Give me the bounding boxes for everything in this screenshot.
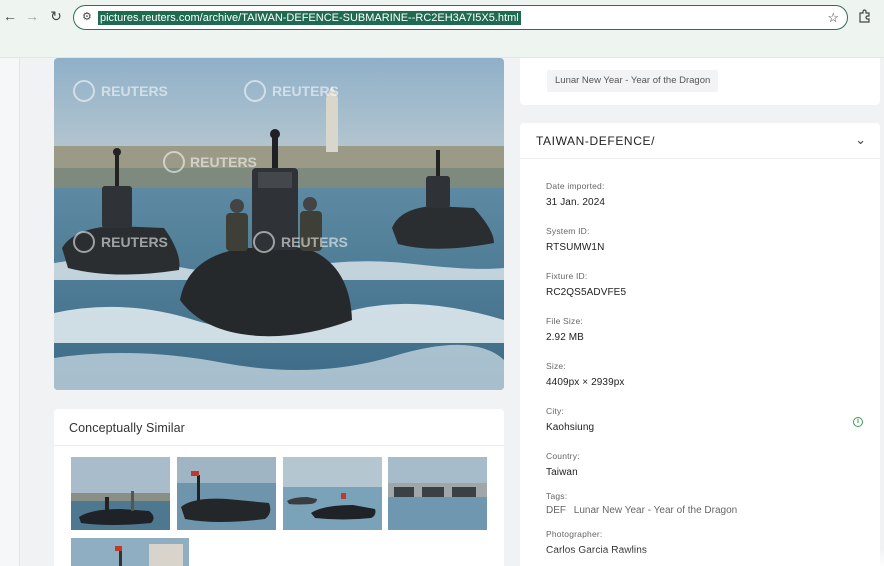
- field-system-id: System ID: RTSUMW1N: [546, 226, 604, 253]
- similar-thumb-3[interactable]: [283, 457, 382, 530]
- tag-link[interactable]: Lunar New Year - Year of the Dragon: [574, 505, 737, 516]
- reload-button[interactable]: ↻: [46, 6, 66, 26]
- tune-icon[interactable]: ⚙: [82, 10, 92, 23]
- similar-panel: Conceptually Similar: [54, 409, 504, 566]
- field-label: Size:: [546, 361, 566, 371]
- browser-toolbar: ← → ↻ ⚙ pictures.reuters.com/archive/TAI…: [0, 0, 884, 34]
- watermark-text: REUTERS: [281, 234, 348, 250]
- tag-link[interactable]: DEF: [546, 505, 566, 516]
- bookmarks-bar: [0, 34, 884, 58]
- page-content: REUTERS REUTERS REUTERS REUTERS REUTERS …: [0, 58, 884, 566]
- field-value: Kaohsiung: [546, 422, 595, 433]
- scroll-fade: [520, 548, 884, 566]
- arrow-left-icon: ←: [3, 8, 17, 24]
- divider: [520, 158, 880, 159]
- arrow-right-icon: →: [25, 8, 39, 24]
- address-bar[interactable]: ⚙ pictures.reuters.com/archive/TAIWAN-DE…: [73, 5, 848, 30]
- reload-icon: ↻: [50, 7, 62, 24]
- field-label: Country:: [546, 451, 580, 461]
- forward-button[interactable]: →: [22, 6, 42, 26]
- metadata-panel: TAIWAN-DEFENCE/ ⌄ i Date imported: 31 Ja…: [520, 123, 880, 566]
- field-label: City:: [546, 406, 564, 416]
- field-city: City: Kaohsiung: [546, 406, 594, 433]
- divider: [54, 445, 504, 446]
- field-value: RC2QS5ADVFE5: [546, 287, 627, 298]
- watermark-text: REUTERS: [101, 234, 168, 250]
- similar-title: Conceptually Similar: [69, 421, 185, 435]
- left-rail: [0, 58, 20, 566]
- watermark-text: REUTERS: [190, 154, 257, 170]
- similar-thumb-2[interactable]: [177, 457, 276, 530]
- field-label: Tags:: [546, 491, 568, 501]
- watermark-text: REUTERS: [101, 83, 168, 99]
- info-icon[interactable]: i: [853, 417, 863, 427]
- field-country: Country: Taiwan: [546, 451, 580, 478]
- field-value: 2.92 MB: [546, 332, 584, 343]
- field-label: Fixture ID:: [546, 271, 588, 281]
- similar-thumb-5[interactable]: [71, 538, 189, 566]
- field-value: 31 Jan. 2024: [546, 197, 606, 208]
- field-date-imported: Date imported: 31 Jan. 2024: [546, 181, 605, 208]
- field-value: Taiwan: [546, 467, 578, 478]
- field-tags: Tags: DEF Lunar New Year - Year of the D…: [546, 491, 742, 516]
- main-photo[interactable]: REUTERS REUTERS REUTERS REUTERS REUTERS: [54, 58, 504, 390]
- field-size: Size: 4409px × 2939px: [546, 361, 625, 388]
- tags-card: Lunar New Year - Year of the Dragon: [520, 58, 880, 105]
- tag-chip[interactable]: Lunar New Year - Year of the Dragon: [547, 70, 719, 92]
- field-label: File Size:: [546, 316, 583, 326]
- extensions-button[interactable]: [856, 7, 874, 25]
- field-label: Photographer:: [546, 529, 603, 539]
- metadata-header[interactable]: TAIWAN-DEFENCE/: [536, 134, 655, 148]
- similar-thumb-1[interactable]: [71, 457, 170, 530]
- star-icon[interactable]: ☆: [827, 10, 839, 26]
- field-label: Date imported:: [546, 181, 605, 191]
- field-file-size: File Size: 2.92 MB: [546, 316, 584, 343]
- field-fixture-id: Fixture ID: RC2QS5ADVFE5: [546, 271, 626, 298]
- tag-list: DEF Lunar New Year - Year of the Dragon: [546, 505, 742, 516]
- field-value: 4409px × 2939px: [546, 377, 625, 388]
- puzzle-icon: [859, 9, 870, 23]
- url-text[interactable]: pictures.reuters.com/archive/TAIWAN-DEFE…: [98, 11, 521, 25]
- field-label: System ID:: [546, 226, 590, 236]
- watermark-text: REUTERS: [272, 83, 339, 99]
- similar-thumb-4[interactable]: [388, 457, 487, 530]
- field-value: RTSUMW1N: [546, 242, 605, 253]
- chevron-down-icon[interactable]: ⌄: [855, 132, 866, 148]
- back-button[interactable]: ←: [0, 6, 20, 26]
